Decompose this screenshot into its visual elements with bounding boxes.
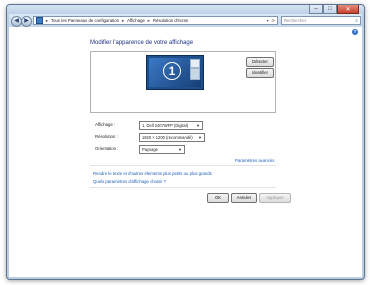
divider <box>90 165 276 166</box>
detect-button[interactable]: Détecter <box>246 57 274 67</box>
forward-arrow-icon[interactable]: ▶ <box>21 16 32 27</box>
dropdown-arrow-icon[interactable]: ▾ <box>267 18 269 23</box>
text-size-link[interactable]: Rendre le texte et d'autres éléments plu… <box>93 171 212 176</box>
divider <box>90 187 276 188</box>
chevron-down-icon: ▼ <box>196 123 200 128</box>
breadcrumb-item-resolution[interactable]: Résolution d'écran <box>153 18 188 23</box>
control-panel-window: – □ ✕ ◀ ▶ ► Tous les Panneaux de configu… <box>6 4 365 280</box>
breadcrumb-item-all-panels[interactable]: Tous les Panneaux de configuration <box>51 18 119 23</box>
maximize-button[interactable]: □ <box>323 5 337 14</box>
close-button[interactable]: ✕ <box>337 5 359 14</box>
ok-button[interactable]: OK <box>207 193 229 203</box>
display-select-value: 1. Dell 2407WFP (Digital) <box>142 123 189 128</box>
apply-button[interactable]: Appliquer <box>259 193 291 203</box>
orientation-select-value: Paysage <box>142 147 158 152</box>
main-content: ? Modifier l'apparence de votre affichag… <box>9 27 362 277</box>
control-panel-icon <box>36 17 43 24</box>
page-title: Modifier l'apparence de votre affichage <box>90 40 194 46</box>
search-placeholder: Rechercher <box>284 18 307 23</box>
help-icon[interactable]: ? <box>352 29 358 35</box>
search-input[interactable]: Rechercher ⌕ <box>281 16 361 25</box>
identify-button[interactable]: Identifier <box>246 68 274 78</box>
refresh-icon[interactable]: ⟳ <box>272 18 275 23</box>
breadcrumb-separator: ► <box>45 18 49 23</box>
monitor-number-badge: 1 <box>163 62 181 80</box>
display-label: Affichage : <box>95 122 116 127</box>
breadcrumb-separator: ► <box>146 18 151 23</box>
chevron-down-icon: ▼ <box>198 135 202 140</box>
resolution-select-value: 1920 × 1200 (recommandé) <box>142 135 193 140</box>
resolution-label: Résolution : <box>95 134 118 139</box>
advanced-settings-link[interactable]: Paramètres avancés <box>235 158 274 163</box>
breadcrumb-separator: ► <box>121 18 126 23</box>
chevron-down-icon: ▼ <box>178 147 182 152</box>
which-settings-link[interactable]: Quels paramètres d'affichage choisir ? <box>93 179 166 184</box>
monitor-window-thumb <box>190 68 200 80</box>
address-bar[interactable]: ► Tous les Panneaux de configuration ► A… <box>33 16 278 25</box>
orientation-select[interactable]: Paysage ▼ <box>139 145 185 154</box>
display-select[interactable]: 1. Dell 2407WFP (Digital) ▼ <box>139 121 203 130</box>
monitor-window-thumb <box>190 59 200 68</box>
monitor-thumbnail[interactable]: 1 <box>146 55 204 90</box>
orientation-label: Orientation : <box>95 146 119 151</box>
search-icon[interactable]: ⌕ <box>355 18 358 24</box>
caption-buttons: – □ ✕ <box>309 5 359 14</box>
resolution-select[interactable]: 1920 × 1200 (recommandé) ▼ <box>139 133 205 142</box>
minimize-button[interactable]: – <box>309 5 323 14</box>
cancel-button[interactable]: Annuler <box>231 193 257 203</box>
breadcrumb-item-display[interactable]: Affichage <box>127 18 145 23</box>
title-bar[interactable]: – □ ✕ <box>7 5 364 14</box>
navigation-bar: ◀ ▶ ► Tous les Panneaux de configuration… <box>9 14 362 27</box>
monitor-preview: 1 Détecter Identifier <box>90 51 276 113</box>
